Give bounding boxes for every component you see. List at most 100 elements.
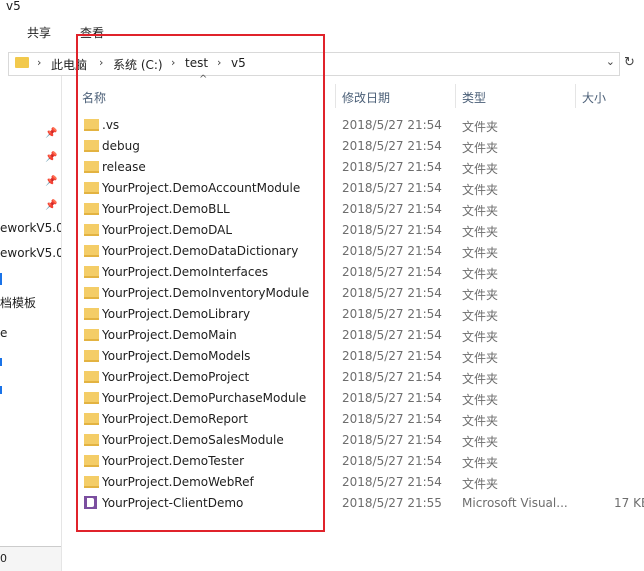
nav-item[interactable]: eworkV5.0 bbox=[0, 221, 61, 235]
column-header-date[interactable]: 修改日期 bbox=[342, 89, 390, 113]
file-type: 文件夹 bbox=[462, 246, 499, 260]
file-type: Microsoft Visual... bbox=[462, 496, 568, 510]
file-row[interactable]: release 2018/5/27 21:54 文件夹 bbox=[82, 157, 642, 178]
file-name: YourProject.DemoWebRef bbox=[102, 475, 254, 489]
file-date: 2018/5/27 21:54 bbox=[342, 118, 442, 132]
pin-icon[interactable]: 📌 bbox=[45, 152, 57, 163]
folder-icon bbox=[84, 434, 99, 446]
file-date: 2018/5/27 21:54 bbox=[342, 181, 442, 195]
chevron-down-icon[interactable]: ⌄ bbox=[606, 55, 615, 68]
file-date: 2018/5/27 21:54 bbox=[342, 307, 442, 321]
file-row[interactable]: debug 2018/5/27 21:54 文件夹 bbox=[82, 136, 642, 157]
file-row[interactable]: YourProject.DemoLibrary 2018/5/27 21:54 文件… bbox=[82, 304, 642, 325]
chevron-right-icon: › bbox=[171, 56, 176, 69]
file-type: 文件夹 bbox=[462, 435, 499, 449]
file-type: 文件夹 bbox=[462, 330, 499, 344]
file-row[interactable]: YourProject-ClientDemo 2018/5/27 21:55 Mic… bbox=[82, 493, 644, 514]
file-type: 文件夹 bbox=[462, 456, 499, 470]
file-row[interactable]: YourProject.DemoDataDictionary 2018/5/27 … bbox=[82, 241, 642, 262]
file-row[interactable]: YourProject.DemoPurchaseModule 2018/5/27 … bbox=[82, 388, 642, 409]
column-divider[interactable] bbox=[335, 84, 336, 108]
file-type: 文件夹 bbox=[462, 183, 499, 197]
folder-icon bbox=[84, 224, 99, 236]
folder-icon bbox=[84, 140, 99, 152]
file-row[interactable]: .vs 2018/5/27 21:54 文件夹 bbox=[82, 115, 642, 136]
column-header-size[interactable]: 大小 bbox=[582, 89, 606, 113]
pin-icon[interactable]: 📌 bbox=[45, 176, 57, 187]
file-date: 2018/5/27 21:54 bbox=[342, 349, 442, 363]
file-name: YourProject.DemoReport bbox=[102, 412, 248, 426]
file-date: 2018/5/27 21:54 bbox=[342, 433, 442, 447]
folder-icon bbox=[84, 455, 99, 467]
file-date: 2018/5/27 21:54 bbox=[342, 202, 442, 216]
address-bar[interactable]: › 此电脑 › 系统 (C:) › test › v5 ⌄ bbox=[8, 52, 620, 76]
refresh-icon[interactable]: ↻ bbox=[624, 55, 635, 70]
status-text: 0 bbox=[0, 552, 7, 565]
chevron-right-icon: › bbox=[217, 56, 222, 69]
file-name: YourProject-ClientDemo bbox=[102, 496, 244, 510]
file-type: 文件夹 bbox=[462, 162, 499, 176]
file-date: 2018/5/27 21:54 bbox=[342, 412, 442, 426]
file-name: YourProject.DemoPurchaseModule bbox=[102, 391, 307, 405]
file-row[interactable]: YourProject.DemoModels 2018/5/27 21:54 文件夹 bbox=[82, 346, 642, 367]
file-type: 文件夹 bbox=[462, 267, 499, 281]
chevron-right-icon: › bbox=[99, 56, 104, 69]
file-name: YourProject.DemoInterfaces bbox=[102, 265, 269, 279]
file-row[interactable]: YourProject.DemoProject 2018/5/27 21:54 文件… bbox=[82, 367, 642, 388]
file-name: .vs bbox=[102, 118, 120, 132]
nav-marker bbox=[0, 386, 2, 394]
file-date: 2018/5/27 21:54 bbox=[342, 370, 442, 384]
title-bar: v5 bbox=[0, 0, 644, 18]
folder-icon bbox=[84, 308, 99, 320]
sort-ascending-icon: ^ bbox=[199, 74, 208, 85]
ribbon-tabs: 共享 查看 bbox=[0, 18, 644, 46]
file-name: YourProject.DemoSalesModule bbox=[102, 433, 284, 447]
column-header-name[interactable]: 名称 bbox=[82, 89, 106, 113]
column-divider[interactable] bbox=[575, 84, 576, 108]
file-row[interactable]: YourProject.DemoWebRef 2018/5/27 21:54 文件夹 bbox=[82, 472, 642, 493]
file-row[interactable]: YourProject.DemoSalesModule 2018/5/27 21:… bbox=[82, 430, 642, 451]
nav-marker bbox=[0, 273, 2, 285]
file-row[interactable]: YourProject.DemoInventoryModule 2018/5/27… bbox=[82, 283, 642, 304]
nav-item[interactable]: e bbox=[0, 326, 7, 340]
file-type: 文件夹 bbox=[462, 477, 499, 491]
file-date: 2018/5/27 21:54 bbox=[342, 454, 442, 468]
column-header-type[interactable]: 类型 bbox=[462, 89, 486, 113]
folder-icon bbox=[84, 329, 99, 341]
file-row[interactable]: YourProject.DemoAccountModule 2018/5/27 2… bbox=[82, 178, 642, 199]
folder-icon bbox=[84, 287, 99, 299]
breadcrumb-system-drive[interactable]: 系统 (C:) bbox=[113, 56, 163, 73]
window-title: v5 bbox=[6, 0, 21, 13]
file-name: debug bbox=[102, 139, 140, 153]
nav-item[interactable]: eworkV5.0 bbox=[0, 246, 61, 260]
breadcrumb-this-pc[interactable]: 此电脑 bbox=[51, 56, 87, 73]
pin-icon[interactable]: 📌 bbox=[45, 200, 57, 211]
folder-icon bbox=[84, 476, 99, 488]
pin-icon[interactable]: 📌 bbox=[45, 128, 57, 139]
folder-icon bbox=[84, 182, 99, 194]
breadcrumb-test[interactable]: test bbox=[185, 56, 208, 70]
file-row[interactable]: YourProject.DemoInterfaces 2018/5/27 21:5… bbox=[82, 262, 642, 283]
breadcrumb-v5[interactable]: v5 bbox=[231, 56, 246, 70]
file-size: 17 KB bbox=[614, 496, 644, 510]
nav-item[interactable]: 档模板 bbox=[0, 294, 36, 311]
folder-icon bbox=[84, 413, 99, 425]
file-row[interactable]: YourProject.DemoReport 2018/5/27 21:54 文件夹 bbox=[82, 409, 642, 430]
file-row[interactable]: YourProject.DemoDAL 2018/5/27 21:54 文件夹 bbox=[82, 220, 642, 241]
folder-icon bbox=[84, 371, 99, 383]
chevron-right-icon: › bbox=[37, 56, 42, 69]
file-row[interactable]: YourProject.DemoTester 2018/5/27 21:54 文件夹 bbox=[82, 451, 642, 472]
folder-icon bbox=[84, 350, 99, 362]
file-row[interactable]: YourProject.DemoBLL 2018/5/27 21:54 文件夹 bbox=[82, 199, 642, 220]
file-type: 文件夹 bbox=[462, 225, 499, 239]
folder-icon bbox=[84, 245, 99, 257]
tab-view[interactable]: 查看 bbox=[80, 24, 104, 41]
file-name: YourProject.DemoAccountModule bbox=[102, 181, 301, 195]
file-type: 文件夹 bbox=[462, 309, 499, 323]
file-row[interactable]: YourProject.DemoMain 2018/5/27 21:54 文件夹 bbox=[82, 325, 642, 346]
file-date: 2018/5/27 21:54 bbox=[342, 223, 442, 237]
file-date: 2018/5/27 21:54 bbox=[342, 475, 442, 489]
nav-marker bbox=[0, 358, 2, 366]
tab-share[interactable]: 共享 bbox=[27, 24, 51, 41]
column-divider[interactable] bbox=[455, 84, 456, 108]
